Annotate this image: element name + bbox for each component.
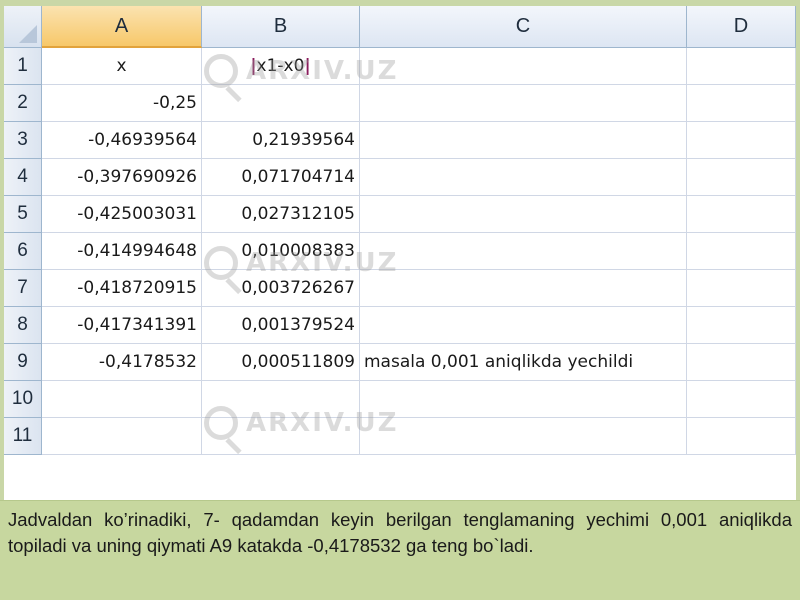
column-header-d[interactable]: D [687, 6, 796, 48]
select-all-icon [19, 25, 37, 43]
cell-c[interactable] [360, 233, 687, 270]
row-header[interactable]: 11 [4, 418, 42, 455]
row-header[interactable]: 6 [4, 233, 42, 270]
cell-b[interactable] [202, 85, 360, 122]
cell-a[interactable]: -0,46939564 [42, 122, 202, 159]
cell-b[interactable]: 0,000511809 [202, 344, 360, 381]
cell-d[interactable] [687, 307, 796, 344]
cell-a[interactable]: x [42, 48, 202, 85]
row-header[interactable]: 9 [4, 344, 42, 381]
row-header[interactable]: 2 [4, 85, 42, 122]
caption-box: Jadvaldan ko’rinadiki, 7- qadamdan keyin… [0, 500, 800, 600]
select-all-button[interactable] [4, 6, 42, 48]
cell-d[interactable] [687, 344, 796, 381]
row-header[interactable]: 1 [4, 48, 42, 85]
cell-b[interactable]: 0,001379524 [202, 307, 360, 344]
cell-a[interactable] [42, 418, 202, 455]
row-header[interactable]: 8 [4, 307, 42, 344]
cell-d[interactable] [687, 159, 796, 196]
cell-c[interactable] [360, 159, 687, 196]
cell-b[interactable]: 0,027312105 [202, 196, 360, 233]
cell-b-text: x1-x0 [256, 56, 305, 76]
cell-b[interactable]: 0,010008383 [202, 233, 360, 270]
cell-a[interactable]: -0,4178532 [42, 344, 202, 381]
cell-a[interactable]: -0,397690926 [42, 159, 202, 196]
cell-d[interactable] [687, 122, 796, 159]
row-header[interactable]: 3 [4, 122, 42, 159]
cell-c[interactable] [360, 122, 687, 159]
cell-c[interactable] [360, 381, 687, 418]
cell-c[interactable] [360, 270, 687, 307]
cell-a[interactable]: -0,425003031 [42, 196, 202, 233]
cell-a[interactable]: -0,414994648 [42, 233, 202, 270]
cell-d[interactable] [687, 233, 796, 270]
cell-b[interactable]: 0,21939564 [202, 122, 360, 159]
cell-c[interactable] [360, 48, 687, 85]
cell-d[interactable] [687, 418, 796, 455]
cell-b[interactable]: 0,003726267 [202, 270, 360, 307]
row-header[interactable]: 7 [4, 270, 42, 307]
row-header[interactable]: 10 [4, 381, 42, 418]
column-header-c[interactable]: C [360, 6, 687, 48]
cell-d[interactable] [687, 85, 796, 122]
cell-d[interactable] [687, 270, 796, 307]
abs-bar-right: | [304, 56, 311, 76]
cell-a[interactable]: -0,417341391 [42, 307, 202, 344]
cell-a[interactable]: -0,418720915 [42, 270, 202, 307]
column-header-a[interactable]: A [42, 6, 202, 48]
cell-a[interactable] [42, 381, 202, 418]
cell-c[interactable] [360, 85, 687, 122]
column-header-b[interactable]: B [202, 6, 360, 48]
cell-c[interactable]: masala 0,001 aniqlikda yechildi [360, 344, 687, 381]
cell-d[interactable] [687, 196, 796, 233]
cell-d[interactable] [687, 48, 796, 85]
cell-c[interactable] [360, 196, 687, 233]
cell-a[interactable]: -0,25 [42, 85, 202, 122]
caption-text: Jadvaldan ko’rinadiki, 7- qadamdan keyin… [8, 509, 792, 556]
cell-b[interactable]: 0,071704714 [202, 159, 360, 196]
cell-b[interactable] [202, 418, 360, 455]
spreadsheet: A B C D 1 x | x1-x0 | 2 -0,25 3 -0,46939564 0,219… [4, 6, 796, 500]
cell-b[interactable] [202, 381, 360, 418]
row-header[interactable]: 4 [4, 159, 42, 196]
row-header[interactable]: 5 [4, 196, 42, 233]
cell-b[interactable]: | x1-x0 | [202, 48, 360, 85]
cell-d[interactable] [687, 381, 796, 418]
cell-c[interactable] [360, 418, 687, 455]
cell-c[interactable] [360, 307, 687, 344]
